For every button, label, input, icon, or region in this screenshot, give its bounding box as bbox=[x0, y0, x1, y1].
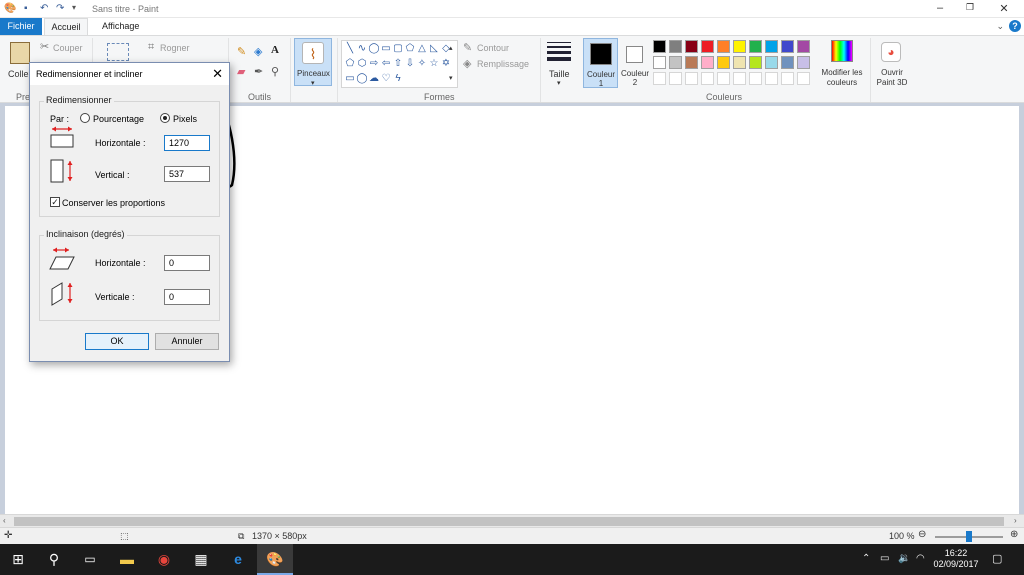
windows-taskbar: ⊞ ⚲ ▭ ▬ ◉ ▦ e 🎨 ⌃ ▭ 🔉 ◠ 16:22 02/09/2017… bbox=[0, 544, 1024, 575]
clock-date: 02/09/2017 bbox=[933, 559, 979, 569]
resize-skew-dialog: Redimensionner et incliner ✕ Redimension… bbox=[29, 62, 230, 362]
chrome-icon[interactable]: ◉ bbox=[146, 544, 182, 575]
windows-start-icon[interactable]: ⊞ bbox=[0, 544, 36, 575]
tray-expand-icon[interactable]: ⌃ bbox=[862, 553, 870, 564]
percent-radio[interactable] bbox=[80, 113, 90, 123]
keep-ratio-label[interactable]: Conserver les proportions bbox=[62, 198, 165, 208]
battery-icon[interactable]: ▭ bbox=[880, 553, 889, 564]
network-icon[interactable]: ◠ bbox=[916, 553, 925, 564]
cancel-button[interactable]: Annuler bbox=[155, 333, 219, 350]
canvas-size-text: 1370 × 580px bbox=[252, 531, 307, 541]
keep-ratio-checkbox[interactable]: ✓ bbox=[50, 197, 60, 207]
pixels-radio[interactable] bbox=[160, 113, 170, 123]
dialog-title-bar: Redimensionner et incliner ✕ bbox=[30, 63, 229, 85]
taskbar-clock[interactable]: 16:22 02/09/2017 bbox=[931, 548, 981, 570]
status-bar: ✛ ⬚ ⧉ 1370 × 580px 100 % ⊖ ⊕ bbox=[0, 527, 1024, 544]
skew-vertical-input[interactable]: 0 bbox=[164, 289, 210, 305]
resize-vertical-label: Vertical : bbox=[95, 170, 130, 180]
scroll-left-icon[interactable]: ‹ bbox=[3, 516, 6, 525]
zoom-out-icon[interactable]: ⊖ bbox=[918, 529, 926, 540]
resize-vertical-input[interactable]: 537 bbox=[164, 166, 210, 182]
clock-time: 16:22 bbox=[944, 548, 968, 558]
dialog-title: Redimensionner et incliner bbox=[36, 69, 143, 79]
dialog-close-icon[interactable]: ✕ bbox=[212, 66, 223, 82]
resize-legend: Redimensionner bbox=[44, 95, 114, 105]
calculator-icon[interactable]: ▦ bbox=[183, 544, 219, 575]
ok-button[interactable]: OK bbox=[85, 333, 149, 350]
skew-legend: Inclinaison (degrés) bbox=[44, 229, 127, 239]
resize-horizontal-label: Horizontale : bbox=[95, 138, 146, 148]
resize-horizontal-icon bbox=[50, 126, 74, 148]
zoom-level-text: 100 % bbox=[889, 531, 915, 541]
scroll-right-icon[interactable]: › bbox=[1014, 516, 1017, 525]
pixels-label[interactable]: Pixels bbox=[173, 114, 197, 124]
zoom-in-icon[interactable]: ⊕ bbox=[1010, 529, 1018, 540]
task-view-icon[interactable]: ▭ bbox=[72, 544, 108, 575]
horizontal-scrollbar[interactable]: ‹ › bbox=[0, 514, 1024, 527]
horizontal-scroll-thumb[interactable] bbox=[14, 517, 1004, 526]
percent-label[interactable]: Pourcentage bbox=[93, 114, 144, 124]
file-explorer-icon[interactable]: ▬ bbox=[109, 544, 145, 575]
skew-vertical-label: Verticale : bbox=[95, 292, 135, 302]
resize-horizontal-input[interactable]: 1270 bbox=[164, 135, 210, 151]
search-icon[interactable]: ⚲ bbox=[36, 544, 72, 575]
resize-vertical-icon bbox=[50, 159, 73, 183]
skew-horizontal-icon bbox=[49, 247, 75, 270]
edge-icon[interactable]: e bbox=[220, 544, 256, 575]
zoom-slider-thumb[interactable] bbox=[966, 531, 972, 542]
selection-size-icon: ⬚ bbox=[120, 531, 129, 541]
canvas-size-icon: ⧉ bbox=[238, 531, 245, 541]
volume-icon[interactable]: 🔉 bbox=[898, 553, 910, 564]
skew-horizontal-label: Horizontale : bbox=[95, 258, 146, 268]
skew-horizontal-input[interactable]: 0 bbox=[164, 255, 210, 271]
notifications-icon[interactable]: ▢ bbox=[992, 552, 1002, 565]
skew-vertical-icon bbox=[51, 282, 73, 306]
cursor-position-icon: ✛ bbox=[4, 530, 13, 541]
by-label: Par : bbox=[50, 114, 70, 124]
paint-taskbar-icon[interactable]: 🎨 bbox=[257, 544, 293, 575]
